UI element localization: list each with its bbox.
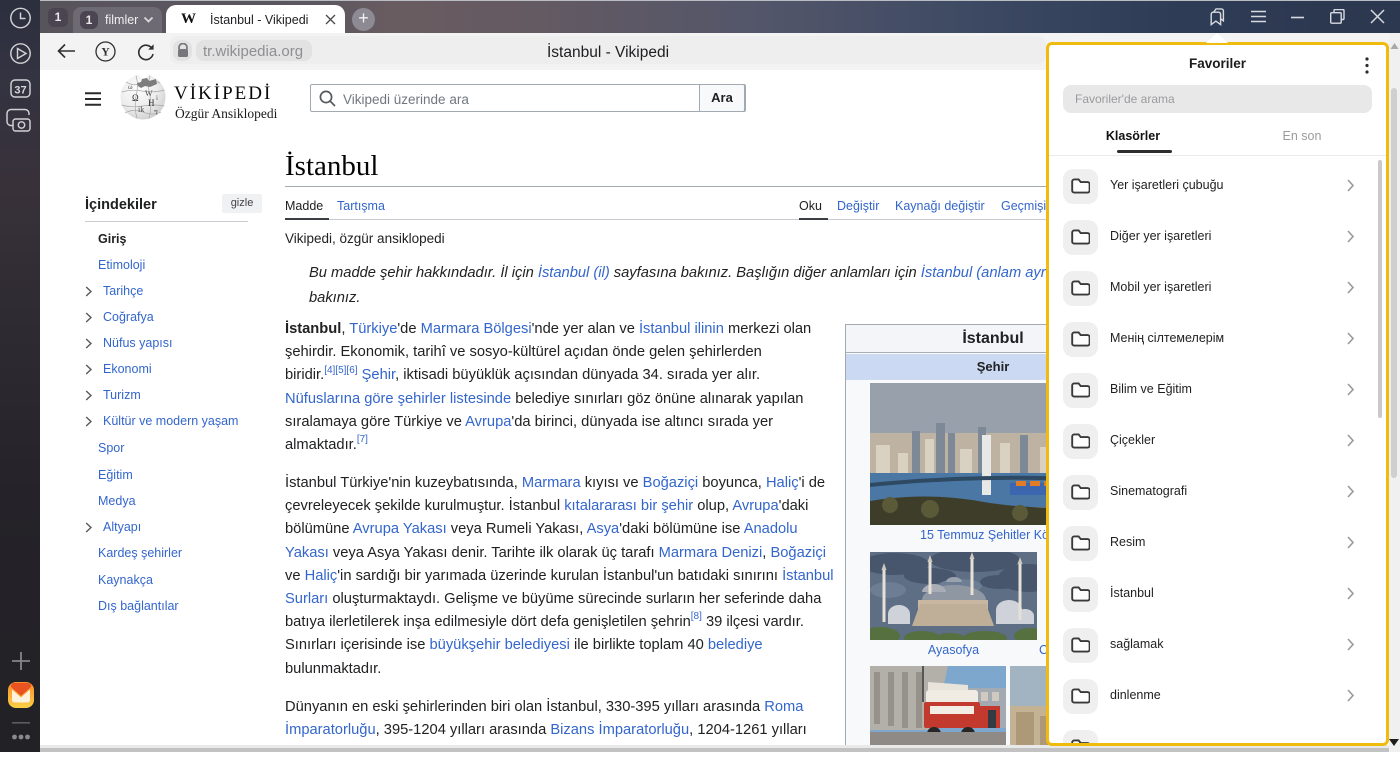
svg-text:Η: Η [148,98,155,108]
svg-text:W: W [145,89,153,98]
svg-text:Y: Y [101,47,110,59]
svg-text:37: 37 [14,85,26,97]
svg-text:Ω: Ω [132,93,139,103]
svg-text:ω: ω [128,83,133,91]
svg-text:i: i [156,94,158,102]
svg-text:ik: ik [138,105,144,114]
svg-text:ד: ד [154,108,158,117]
